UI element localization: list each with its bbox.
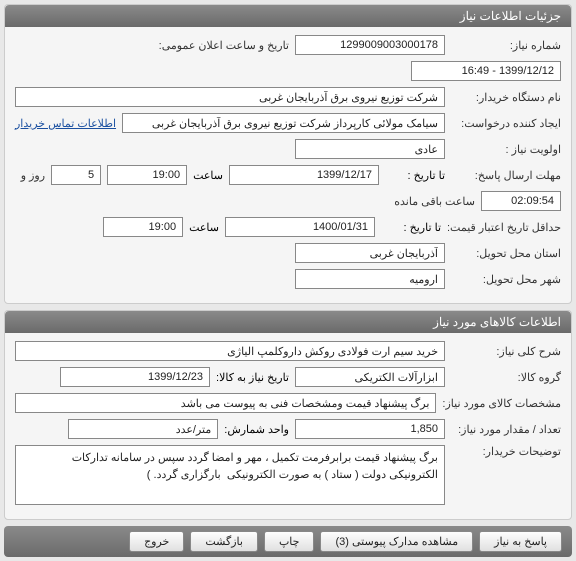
need-details-panel: جزئیات اطلاعات نیاز شماره نیاز: تاریخ و … bbox=[4, 4, 572, 304]
until-date-label-2: تا تاریخ : bbox=[381, 221, 441, 234]
spec-field[interactable] bbox=[15, 393, 436, 413]
public-announce-label: تاریخ و ساعت اعلان عمومی: bbox=[159, 39, 289, 52]
general-desc-field[interactable] bbox=[15, 341, 445, 361]
response-time-field[interactable] bbox=[107, 165, 187, 185]
unit-label: واحد شمارش: bbox=[224, 423, 289, 436]
time-label-2: ساعت bbox=[189, 221, 219, 234]
buyer-notes-label: توضیحات خریدار: bbox=[451, 445, 561, 458]
need-number-label: شماره نیاز: bbox=[451, 39, 561, 52]
buyer-org-label: نام دستگاه خریدار: bbox=[451, 91, 561, 104]
delivery-city-field[interactable] bbox=[295, 269, 445, 289]
days-remaining-field[interactable] bbox=[51, 165, 101, 185]
creator-label: ایجاد کننده درخواست: bbox=[451, 117, 561, 130]
buyer-org-field[interactable] bbox=[15, 87, 445, 107]
goods-group-field[interactable] bbox=[295, 367, 445, 387]
action-bar: پاسخ به نیاز مشاهده مدارک پیوستی (3) چاپ… bbox=[4, 526, 572, 557]
countdown-suffix: ساعت باقی مانده bbox=[394, 195, 475, 208]
public-announce-field[interactable] bbox=[411, 61, 561, 81]
time-label-1: ساعت bbox=[193, 169, 223, 182]
need-by-date-label: تاریخ نیاز به کالا: bbox=[216, 371, 289, 384]
goods-group-label: گروه کالا: bbox=[451, 371, 561, 384]
panel2-header: اطلاعات کالاهای مورد نیاز bbox=[5, 311, 571, 333]
price-validity-label: حداقل تاریخ اعتبار قیمت: bbox=[447, 221, 561, 234]
priority-field[interactable] bbox=[295, 139, 445, 159]
delivery-province-field[interactable] bbox=[295, 243, 445, 263]
print-button[interactable]: چاپ bbox=[264, 531, 315, 552]
respond-button[interactable]: پاسخ به نیاز bbox=[479, 531, 562, 552]
general-desc-label: شرح کلی نیاز: bbox=[451, 345, 561, 358]
attachments-button[interactable]: مشاهده مدارک پیوستی (3) bbox=[320, 531, 473, 552]
goods-info-panel: اطلاعات کالاهای مورد نیاز شرح کلی نیاز: … bbox=[4, 310, 572, 520]
delivery-province-label: استان محل تحویل: bbox=[451, 247, 561, 260]
countdown-field bbox=[481, 191, 561, 211]
price-validity-time-field[interactable] bbox=[103, 217, 183, 237]
priority-label: اولویت نیاز : bbox=[451, 143, 561, 156]
back-button[interactable]: بازگشت bbox=[190, 531, 258, 552]
spec-label: مشخصات کالای مورد نیاز: bbox=[442, 397, 561, 410]
days-and-text: روز و bbox=[21, 169, 45, 182]
response-date-field[interactable] bbox=[229, 165, 379, 185]
qty-label: تعداد / مقدار مورد نیاز: bbox=[451, 423, 561, 436]
unit-field[interactable] bbox=[68, 419, 218, 439]
panel1-header: جزئیات اطلاعات نیاز bbox=[5, 5, 571, 27]
creator-field[interactable] bbox=[122, 113, 445, 133]
buyer-notes-field[interactable] bbox=[15, 445, 445, 505]
delivery-city-label: شهر محل تحویل: bbox=[451, 273, 561, 286]
until-date-label: تا تاریخ : bbox=[385, 169, 445, 182]
need-number-field[interactable] bbox=[295, 35, 445, 55]
response-deadline-label: مهلت ارسال پاسخ: bbox=[451, 169, 561, 182]
price-validity-date-field[interactable] bbox=[225, 217, 375, 237]
need-by-date-field[interactable] bbox=[60, 367, 210, 387]
qty-field[interactable] bbox=[295, 419, 445, 439]
exit-button[interactable]: خروج bbox=[129, 531, 184, 552]
buyer-contact-link[interactable]: اطلاعات تماس خریدار bbox=[15, 117, 116, 130]
